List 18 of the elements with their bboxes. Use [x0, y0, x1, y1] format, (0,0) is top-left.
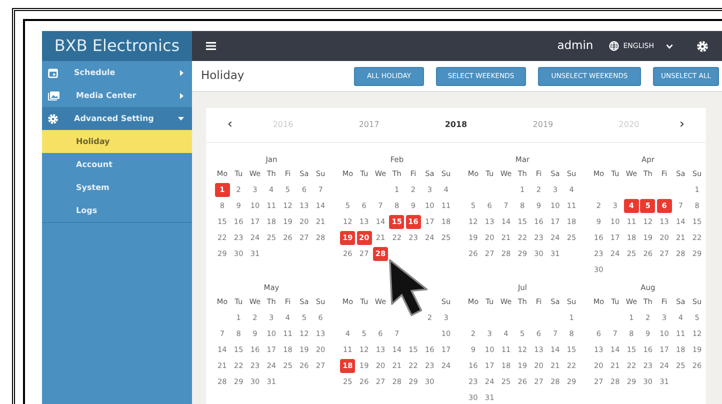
year-tab[interactable]: 2018 [444, 119, 468, 131]
menu-item[interactable]: Media Center [42, 84, 192, 107]
brand-title: BXB Electronics [42, 31, 192, 61]
submenu-item[interactable]: Holiday [42, 130, 192, 153]
menu-label: Media Center [76, 90, 138, 102]
year-tab[interactable]: 2019 [532, 119, 554, 131]
menu-label: Schedule [74, 66, 116, 78]
menu-item[interactable]: Schedule [42, 61, 192, 84]
year-tab[interactable]: 2017 [358, 119, 380, 131]
menu-item[interactable]: Advanced Setting [42, 107, 192, 130]
user-name[interactable]: admin [557, 37, 594, 55]
next-button[interactable]: › [672, 115, 692, 135]
submenu-item[interactable]: Account [42, 153, 192, 176]
previous-button[interactable]: ‹ [220, 115, 240, 135]
menu-label: Advanced Setting [74, 112, 155, 124]
page-title: Holiday [201, 67, 246, 84]
submenu-item[interactable]: System [42, 176, 192, 199]
submenu-item[interactable]: Logs [42, 199, 192, 222]
